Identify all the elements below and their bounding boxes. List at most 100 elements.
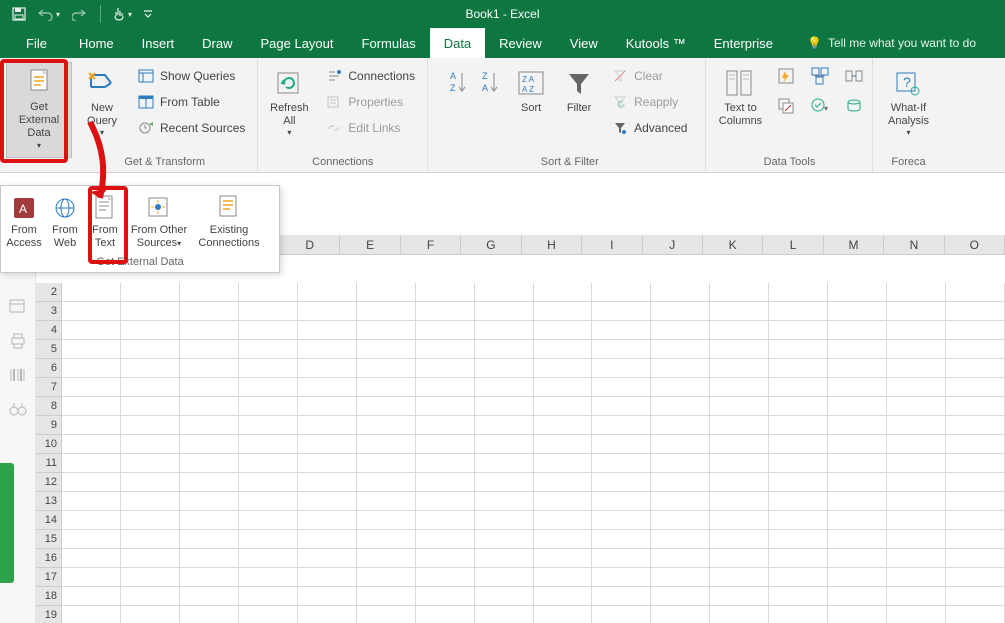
row-header-cell[interactable]: 5 bbox=[36, 340, 62, 359]
side-icon-printer[interactable] bbox=[9, 333, 27, 349]
column-header-cell[interactable]: E bbox=[340, 235, 400, 254]
consolidate-button[interactable] bbox=[808, 64, 832, 88]
touch-mode-button[interactable]: ▾ bbox=[109, 3, 135, 25]
tab-draw[interactable]: Draw bbox=[188, 28, 246, 58]
row-header-cell[interactable]: 14 bbox=[36, 511, 62, 530]
from-text-button[interactable]: From Text bbox=[85, 190, 125, 256]
column-header-cell[interactable]: F bbox=[401, 235, 461, 254]
show-queries-button[interactable]: Show Queries bbox=[132, 64, 251, 88]
from-other-sources-button[interactable]: From Other Sources▾ bbox=[125, 190, 193, 256]
new-query-button[interactable]: New Query ▾ bbox=[78, 64, 126, 142]
funnel-icon bbox=[566, 68, 592, 100]
text-to-columns-label: Text to Columns bbox=[719, 102, 762, 128]
worksheet-grid[interactable]: D E F G H I J K L M N O 2 3 4 5 6 7 8 9 … bbox=[36, 235, 1005, 623]
manage-data-model-button[interactable] bbox=[842, 94, 866, 118]
flash-fill-button[interactable] bbox=[774, 64, 798, 88]
sort-az-button[interactable]: AZ bbox=[446, 64, 472, 104]
tab-file[interactable]: File bbox=[8, 28, 65, 58]
what-if-analysis-button[interactable]: ? What-If Analysis ▾ bbox=[879, 64, 937, 142]
reapply-label: Reapply bbox=[634, 95, 678, 109]
row-header-cell[interactable]: 8 bbox=[36, 397, 62, 416]
refresh-all-label: Refresh All bbox=[270, 102, 309, 128]
row-header-cell[interactable]: 16 bbox=[36, 549, 62, 568]
svg-text:?: ? bbox=[903, 74, 911, 90]
tab-enterprise[interactable]: Enterprise bbox=[700, 28, 787, 58]
advanced-label: Advanced bbox=[634, 121, 687, 135]
column-header-cell[interactable]: K bbox=[703, 235, 763, 254]
cells-area[interactable] bbox=[62, 283, 1005, 623]
properties-label: Properties bbox=[348, 95, 403, 109]
text-to-columns-button[interactable]: Text to Columns bbox=[712, 64, 768, 132]
group-connections: Refresh All ▾ Connections Properties Edi… bbox=[258, 58, 428, 172]
from-web-button[interactable]: From Web bbox=[45, 190, 85, 256]
row-headers[interactable]: 2 3 4 5 6 7 8 9 10 11 12 13 14 15 16 17 … bbox=[36, 283, 62, 623]
column-header-cell[interactable]: O bbox=[945, 235, 1005, 254]
recent-sources-button[interactable]: Recent Sources bbox=[132, 116, 251, 140]
row-header-cell[interactable]: 13 bbox=[36, 492, 62, 511]
tab-insert[interactable]: Insert bbox=[128, 28, 189, 58]
row-header-cell[interactable]: 7 bbox=[36, 378, 62, 397]
column-header-cell[interactable]: N bbox=[884, 235, 944, 254]
redo-button[interactable] bbox=[66, 3, 92, 25]
quick-access-toolbar: ▾ ▾ bbox=[0, 3, 163, 25]
get-external-data-button[interactable]: Get External Data ▾ bbox=[6, 62, 72, 158]
svg-text:A Z: A Z bbox=[522, 85, 534, 94]
side-icon-barcode[interactable] bbox=[9, 367, 27, 383]
row-header-cell[interactable]: 17 bbox=[36, 568, 62, 587]
column-header-cell[interactable]: L bbox=[763, 235, 823, 254]
data-validation-button[interactable]: ▾ bbox=[808, 94, 832, 118]
properties-button: Properties bbox=[320, 90, 421, 114]
column-header-cell[interactable]: G bbox=[461, 235, 521, 254]
tab-data[interactable]: Data bbox=[430, 28, 485, 58]
row-header-cell[interactable]: 9 bbox=[36, 416, 62, 435]
undo-button[interactable]: ▾ bbox=[36, 3, 62, 25]
sort-za-button[interactable]: ZA bbox=[478, 64, 504, 104]
tab-kutools[interactable]: Kutools ™ bbox=[612, 28, 700, 58]
row-header-cell[interactable]: 19 bbox=[36, 606, 62, 623]
remove-duplicates-button[interactable] bbox=[774, 94, 798, 118]
svg-text:Z: Z bbox=[482, 71, 488, 81]
row-header-cell[interactable]: 12 bbox=[36, 473, 62, 492]
row-header-cell[interactable]: 2 bbox=[36, 283, 62, 302]
tab-review[interactable]: Review bbox=[485, 28, 556, 58]
svg-text:A: A bbox=[482, 83, 488, 93]
side-icon-sheet[interactable] bbox=[9, 299, 27, 315]
row-header-cell[interactable]: 6 bbox=[36, 359, 62, 378]
row-header-cell[interactable]: 10 bbox=[36, 435, 62, 454]
filter-button[interactable]: Filter bbox=[558, 64, 600, 119]
row-header-cell[interactable]: 11 bbox=[36, 454, 62, 473]
column-header-cell[interactable]: D bbox=[280, 235, 340, 254]
row-header-cell[interactable]: 18 bbox=[36, 587, 62, 606]
column-header-cell[interactable]: J bbox=[643, 235, 703, 254]
from-access-button[interactable]: A From Access bbox=[3, 190, 45, 256]
side-vertical-tab[interactable] bbox=[0, 463, 14, 583]
customize-qat-button[interactable] bbox=[139, 3, 157, 25]
side-icon-binoculars[interactable] bbox=[9, 401, 27, 417]
tab-formulas[interactable]: Formulas bbox=[348, 28, 430, 58]
advanced-filter-button[interactable]: Advanced bbox=[606, 116, 693, 140]
column-header-cell[interactable]: M bbox=[824, 235, 884, 254]
column-headers[interactable]: D E F G H I J K L M N O bbox=[280, 235, 1005, 255]
access-icon: A bbox=[11, 192, 37, 224]
connections-button[interactable]: Connections bbox=[320, 64, 421, 88]
relationships-button[interactable] bbox=[842, 64, 866, 88]
column-header-cell[interactable]: H bbox=[522, 235, 582, 254]
from-table-button[interactable]: From Table bbox=[132, 90, 251, 114]
tab-page-layout[interactable]: Page Layout bbox=[247, 28, 348, 58]
refresh-all-button[interactable]: Refresh All ▾ bbox=[264, 64, 314, 142]
refresh-icon bbox=[274, 68, 304, 100]
sort-button[interactable]: Z AA Z Sort bbox=[510, 64, 552, 119]
tab-home[interactable]: Home bbox=[65, 28, 128, 58]
filter-label: Filter bbox=[567, 102, 591, 115]
save-button[interactable] bbox=[6, 3, 32, 25]
column-header-cell[interactable]: I bbox=[582, 235, 642, 254]
chevron-down-icon: ▾ bbox=[177, 239, 181, 248]
group-label-data-tools: Data Tools bbox=[712, 154, 866, 172]
row-header-cell[interactable]: 3 bbox=[36, 302, 62, 321]
tell-me-search[interactable]: 💡 Tell me what you want to do bbox=[807, 28, 976, 58]
chevron-down-icon: ▾ bbox=[287, 128, 291, 138]
tab-view[interactable]: View bbox=[556, 28, 612, 58]
existing-connections-button[interactable]: Existing Connections bbox=[193, 190, 265, 256]
row-header-cell[interactable]: 4 bbox=[36, 321, 62, 340]
row-header-cell[interactable]: 15 bbox=[36, 530, 62, 549]
